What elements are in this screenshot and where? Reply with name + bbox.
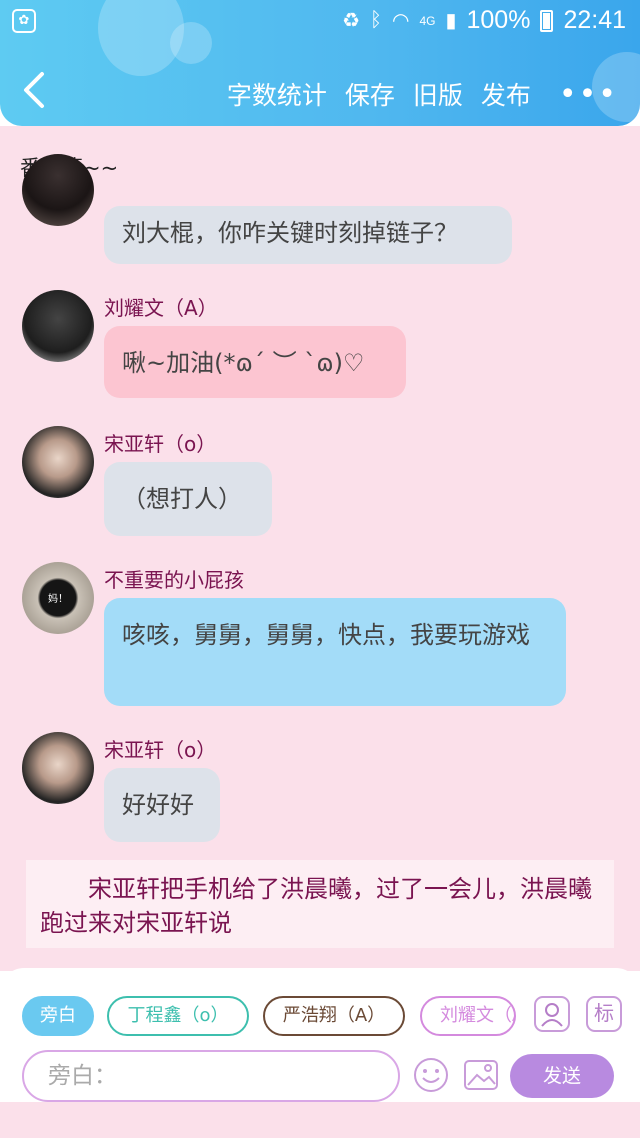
message-bubble: 好好好 [104, 768, 220, 842]
person-card-icon[interactable] [534, 996, 570, 1032]
top-app-bar: ✿ ♻ ᛒ ◠ 4G ▮ 100% 22:41 字数统计 保存 旧版 发布 ••… [0, 0, 640, 126]
message-bubble: （想打人） [104, 462, 272, 536]
old-version-button[interactable]: 旧版 [413, 76, 463, 112]
avatar [22, 290, 94, 362]
message-bubble: 咳咳，舅舅，舅舅，快点，我要玩游戏 [104, 598, 566, 706]
signal-icon: ▮ [445, 10, 457, 32]
speaker-name: 宋亚轩（o） [104, 738, 217, 762]
emoji-icon[interactable] [412, 1056, 450, 1094]
avatar [22, 154, 94, 226]
narration-input[interactable]: 旁白： [22, 1050, 400, 1102]
network-type: 4G [419, 13, 436, 28]
back-button[interactable] [22, 70, 48, 110]
character-chip-narrator[interactable]: 旁白 [22, 996, 94, 1036]
publish-button[interactable]: 发布 [481, 76, 531, 112]
avatar [22, 732, 94, 804]
message-bubble: 啾~加油(*ɷ´ ︶ `ɷ)♡ [104, 326, 406, 398]
avatar [22, 426, 94, 498]
app-notification-icon: ✿ [12, 9, 36, 33]
person-icon [541, 1003, 563, 1027]
bottom-strip [0, 1102, 640, 1138]
image-icon[interactable] [462, 1056, 500, 1094]
compose-panel: 旁白 丁程鑫（o） 严浩翔（A） 刘耀文（A） 标 旁白： 发送 [0, 968, 640, 1102]
chevron-left-icon [24, 72, 44, 108]
more-icon[interactable]: ••• [559, 77, 618, 112]
speaker-name: 不重要的小屁孩 [104, 568, 244, 592]
save-button[interactable]: 保存 [345, 76, 395, 112]
tag-button[interactable]: 标 [586, 996, 622, 1032]
header-actions: 字数统计 保存 旧版 发布 ••• [227, 76, 618, 112]
clock: 22:41 [563, 6, 626, 34]
message-bubble: 刘大棍，你咋关键时刻掉链子？ [104, 206, 512, 264]
word-count-button[interactable]: 字数统计 [227, 76, 327, 112]
decor-bubble [170, 22, 212, 64]
battery-percent: 100% [466, 6, 531, 34]
battery-icon [540, 9, 554, 32]
narration-block[interactable]: 宋亚轩把手机给了洪晨曦，过了一会儿，洪晨曦跑过来对宋亚轩说 [26, 860, 614, 948]
character-chip-liu[interactable]: 刘耀文（A） [420, 996, 516, 1036]
speaker-name: 刘耀文（A） [104, 296, 218, 320]
status-bar: ♻ ᛒ ◠ 4G ▮ 100% 22:41 [342, 6, 626, 35]
avatar-label: 妈！ [48, 594, 68, 605]
avatar: 妈！ [22, 562, 94, 634]
character-chip-ding[interactable]: 丁程鑫（o） [107, 996, 249, 1036]
chat-content: 番外篇~~ 刘大棍，你咋关键时刻掉链子？ 刘耀文（A） 啾~加油(*ɷ´ ︶ `… [0, 126, 640, 971]
send-button[interactable]: 发送 [510, 1054, 614, 1098]
character-chip-yan[interactable]: 严浩翔（A） [263, 996, 405, 1036]
wifi-icon: ◠ [392, 10, 410, 32]
bluetooth-icon: ᛒ [370, 9, 382, 31]
speaker-name: 宋亚轩（o） [104, 432, 217, 456]
recycle-icon: ♻ [342, 10, 360, 32]
